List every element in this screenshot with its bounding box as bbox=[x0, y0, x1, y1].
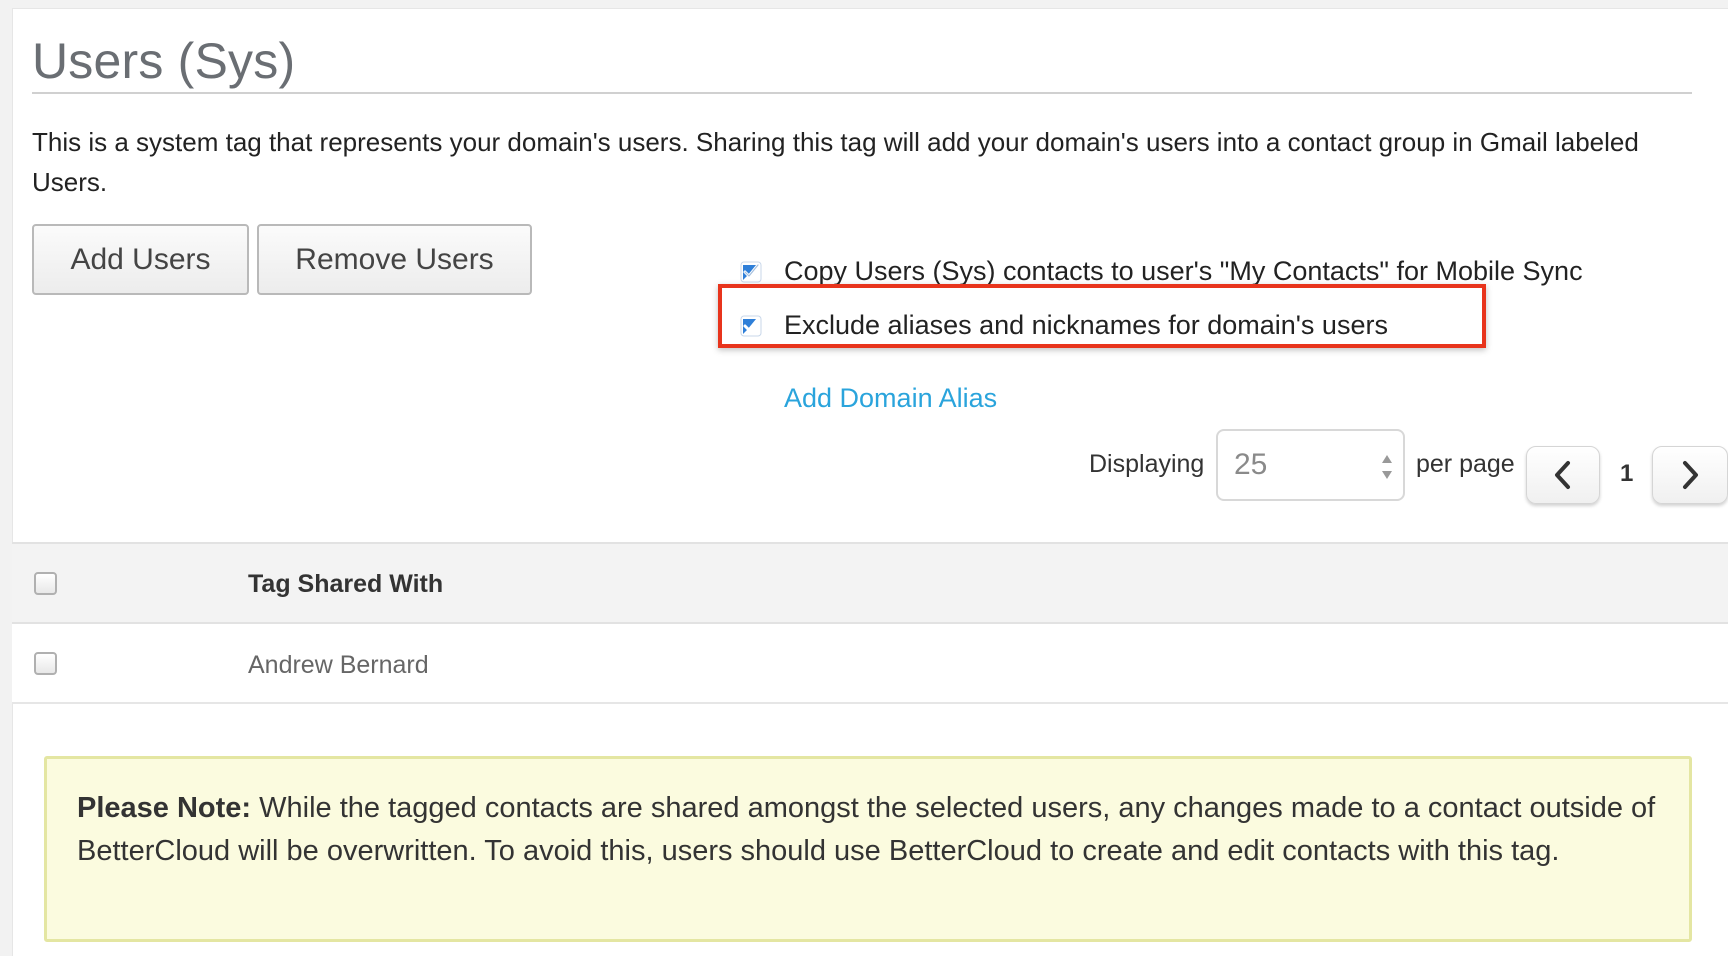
per-page-label: per page bbox=[1416, 450, 1515, 478]
highlight-annotation bbox=[718, 284, 1486, 348]
page-title: Users (Sys) bbox=[32, 33, 296, 89]
shared-user-name: Andrew Bernard bbox=[248, 651, 429, 679]
select-arrows-icon bbox=[1381, 453, 1393, 481]
title-divider bbox=[32, 92, 1692, 94]
next-page-button[interactable] bbox=[1652, 446, 1728, 504]
tag-description: This is a system tag that represents you… bbox=[32, 127, 1639, 197]
note-label: Please Note: bbox=[77, 792, 252, 824]
please-note-box: Please Note: While the tagged contacts a… bbox=[44, 756, 1692, 942]
checkbox-checked-icon[interactable] bbox=[740, 261, 762, 283]
copy-contacts-option[interactable]: Copy Users (Sys) contacts to user's "My … bbox=[740, 256, 1583, 287]
per-page-select[interactable]: 25 bbox=[1216, 429, 1405, 501]
table-row: Andrew Bernard bbox=[12, 624, 1728, 704]
current-page-number: 1 bbox=[1620, 460, 1634, 487]
chevron-left-icon bbox=[1555, 461, 1570, 489]
copy-contacts-label: Copy Users (Sys) contacts to user's "My … bbox=[784, 256, 1583, 286]
per-page-value: 25 bbox=[1234, 448, 1268, 481]
chevron-right-icon bbox=[1683, 461, 1698, 489]
column-header-tag-shared-with: Tag Shared With bbox=[248, 570, 444, 598]
shared-with-table-header: Tag Shared With bbox=[12, 542, 1728, 624]
previous-page-button[interactable] bbox=[1526, 446, 1600, 504]
select-all-checkbox[interactable] bbox=[34, 572, 57, 595]
row-checkbox[interactable] bbox=[34, 652, 57, 675]
add-users-button[interactable]: Add Users bbox=[32, 224, 249, 295]
displaying-label: Displaying bbox=[1089, 450, 1205, 478]
add-domain-alias-link[interactable]: Add Domain Alias bbox=[784, 383, 997, 414]
remove-users-button[interactable]: Remove Users bbox=[257, 224, 532, 295]
note-text: While the tagged contacts are shared amo… bbox=[77, 792, 1656, 867]
